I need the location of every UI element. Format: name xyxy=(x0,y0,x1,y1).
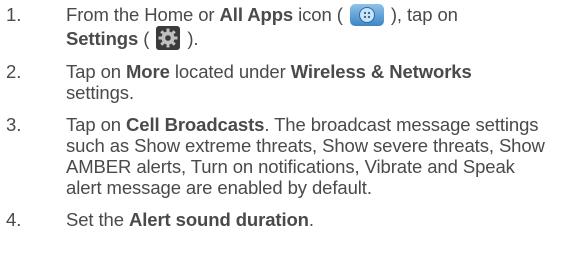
step-text: Set the xyxy=(66,209,129,230)
steps-list: 1. From the Home or All Apps icon ( ), t… xyxy=(0,4,562,230)
alert-sound-duration-label: Alert sound duration xyxy=(128,209,309,230)
step-1: 1. From the Home or All Apps icon ( ), t… xyxy=(0,4,562,50)
step-text: Tap on xyxy=(66,61,126,82)
step-number: 4. xyxy=(6,209,22,230)
wireless-networks-label: Wireless & Networks xyxy=(290,61,472,82)
all-apps-icon xyxy=(349,4,384,26)
step-text: ). xyxy=(182,28,199,49)
step-text: ), tap on xyxy=(385,4,458,25)
step-number: 1. xyxy=(6,4,22,25)
cell-broadcasts-label: Cell Broadcasts xyxy=(126,114,265,135)
settings-label: Settings xyxy=(66,28,139,49)
step-text: . xyxy=(308,209,314,230)
step-number: 3. xyxy=(6,114,22,135)
step-text: located under xyxy=(169,61,291,82)
all-apps-label: All Apps xyxy=(219,4,294,25)
step-text: ( xyxy=(138,28,155,49)
step-text: From the Home or xyxy=(66,4,220,25)
step-text: Tap on xyxy=(66,114,126,135)
step-3: 3. Tap on Cell Broadcasts. The broadcast… xyxy=(0,114,562,198)
instruction-document: 1. From the Home or All Apps icon ( ), t… xyxy=(0,0,562,256)
more-label: More xyxy=(126,61,170,82)
step-4: 4. Set the Alert sound duration. xyxy=(0,209,562,230)
step-text: settings. xyxy=(66,82,134,103)
step-text: icon ( xyxy=(293,4,348,25)
step-2: 2. Tap on More located under Wireless & … xyxy=(0,61,562,103)
settings-gear-icon xyxy=(156,26,181,50)
step-number: 2. xyxy=(6,61,22,82)
